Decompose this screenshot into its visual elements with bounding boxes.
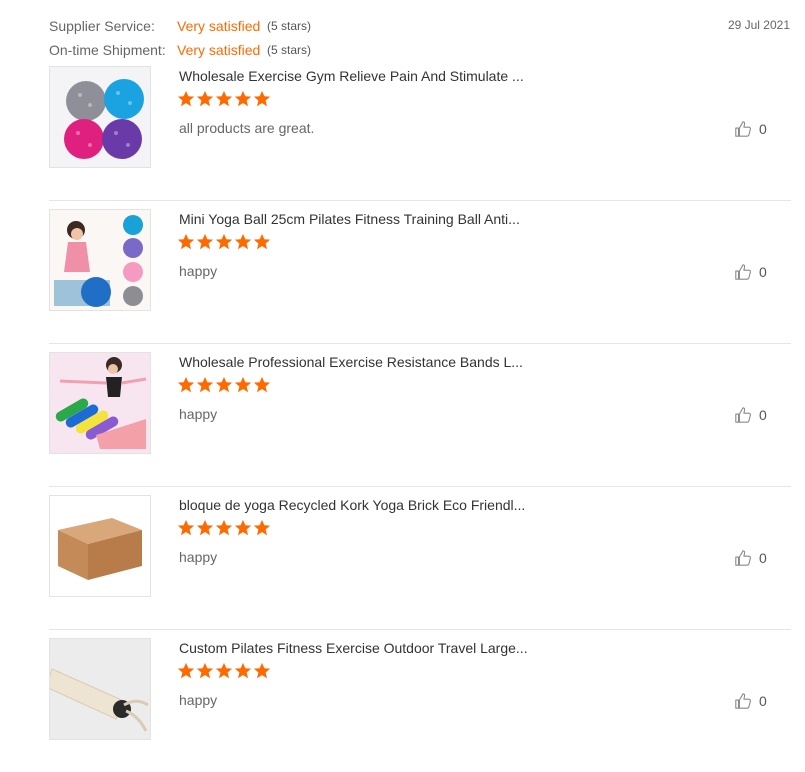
review-comment: all products are great. <box>179 120 315 136</box>
supplier-service-stars: (5 stars) <box>267 19 312 33</box>
rating-stars <box>177 519 272 541</box>
star-icon <box>196 376 214 393</box>
shipment-label: On-time Shipment: <box>49 42 166 58</box>
yoga-ball-image[interactable] <box>49 209 151 311</box>
shipment-value: Very satisfied <box>177 42 261 58</box>
star-icon <box>177 90 195 107</box>
star-icon <box>196 90 214 107</box>
rating-stars <box>177 90 272 112</box>
review-summary: Supplier Service: Very satisfied (5 star… <box>49 16 794 60</box>
rating-stars <box>177 233 272 255</box>
star-icon <box>177 662 195 679</box>
star-icon <box>234 519 252 536</box>
review-product-title[interactable]: Mini Yoga Ball 25cm Pilates Fitness Trai… <box>179 210 520 228</box>
star-icon <box>253 662 271 679</box>
review-product-title[interactable]: bloque de yoga Recycled Kork Yoga Brick … <box>179 496 525 514</box>
review-item: bloque de yoga Recycled Kork Yoga Brick … <box>49 487 791 630</box>
rating-stars <box>177 376 272 398</box>
review-product-title[interactable]: Wholesale Professional Exercise Resistan… <box>179 353 523 371</box>
rating-stars <box>177 662 272 684</box>
star-icon <box>196 233 214 250</box>
like-count: 0 <box>759 264 767 280</box>
like-button[interactable]: 0 <box>734 404 774 426</box>
star-icon <box>253 376 271 393</box>
like-button[interactable]: 0 <box>734 547 774 569</box>
star-icon <box>177 376 195 393</box>
review-comment: happy <box>179 549 218 565</box>
star-icon <box>196 519 214 536</box>
review-comment: happy <box>179 692 218 708</box>
massage-balls-image[interactable] <box>49 66 151 168</box>
review-item: Custom Pilates Fitness Exercise Outdoor … <box>49 630 791 772</box>
like-count: 0 <box>759 407 767 423</box>
thumbs-up-icon <box>735 121 751 137</box>
star-icon <box>253 519 271 536</box>
review-item: Wholesale Exercise Gym Relieve Pain And … <box>49 58 791 201</box>
like-count: 0 <box>759 550 767 566</box>
star-icon <box>234 662 252 679</box>
like-button[interactable]: 0 <box>734 118 774 140</box>
star-icon <box>253 90 271 107</box>
like-count: 0 <box>759 693 767 709</box>
star-icon <box>234 376 252 393</box>
star-icon <box>253 233 271 250</box>
star-icon <box>234 233 252 250</box>
star-icon <box>177 519 195 536</box>
review-comment: happy <box>179 406 218 422</box>
star-icon <box>234 90 252 107</box>
like-button[interactable]: 0 <box>734 690 774 712</box>
supplier-service-label: Supplier Service: <box>49 18 155 34</box>
review-date: 29 Jul 2021 <box>727 18 790 32</box>
review-item: Wholesale Professional Exercise Resistan… <box>49 344 791 487</box>
star-icon <box>215 376 233 393</box>
star-icon <box>215 233 233 250</box>
review-comment: happy <box>179 263 218 279</box>
thumbs-up-icon <box>735 264 751 280</box>
like-button[interactable]: 0 <box>734 261 774 283</box>
drawstring-bag-image[interactable] <box>49 638 151 740</box>
star-icon <box>215 519 233 536</box>
star-icon <box>215 662 233 679</box>
thumbs-up-icon <box>735 693 751 709</box>
shipment-stars: (5 stars) <box>267 43 312 57</box>
thumbs-up-icon <box>735 550 751 566</box>
star-icon <box>215 90 233 107</box>
cork-yoga-brick-image[interactable] <box>49 495 151 597</box>
thumbs-up-icon <box>735 407 751 423</box>
like-count: 0 <box>759 121 767 137</box>
star-icon <box>196 662 214 679</box>
star-icon <box>177 233 195 250</box>
review-item: Mini Yoga Ball 25cm Pilates Fitness Trai… <box>49 201 791 344</box>
review-product-title[interactable]: Custom Pilates Fitness Exercise Outdoor … <box>179 639 528 657</box>
review-product-title[interactable]: Wholesale Exercise Gym Relieve Pain And … <box>179 67 524 85</box>
resistance-bands-image[interactable] <box>49 352 151 454</box>
supplier-service-value: Very satisfied <box>177 18 261 34</box>
